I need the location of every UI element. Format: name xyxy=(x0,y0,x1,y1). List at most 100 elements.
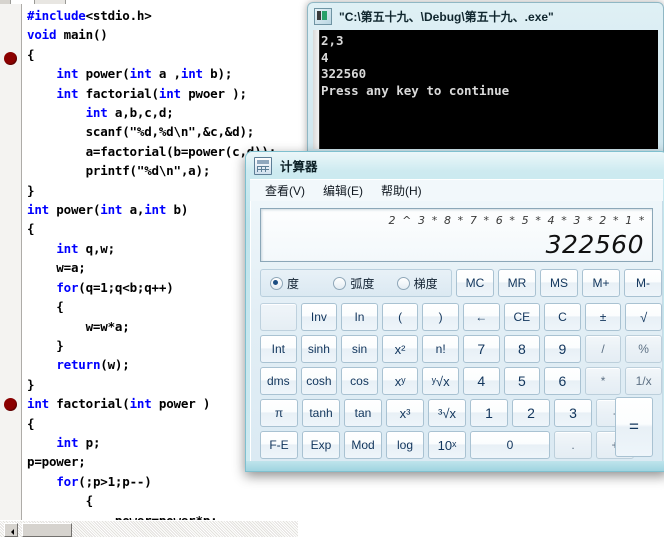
calculator-result-value: 322560 xyxy=(545,230,644,259)
calc-button-paren-close[interactable]: ) xyxy=(422,303,459,331)
calc-button-cos[interactable]: cos xyxy=(341,367,378,395)
angle-mode-group[interactable]: 度 弧度 梯度 xyxy=(260,269,452,297)
editor-gutter[interactable] xyxy=(0,4,22,520)
calc-button-sin[interactable]: sin xyxy=(341,335,378,363)
calc-button-backspace[interactable]: ← xyxy=(462,303,500,331)
calc-button-pi[interactable]: π xyxy=(260,399,298,427)
memory-button-mr[interactable]: MR xyxy=(498,269,536,297)
calculator-mode-row: 度 弧度 梯度 MC MR MS M+ M- xyxy=(260,269,662,297)
keypad-row: dms cosh cos xʸ ʸ√x 4 5 6 * 1/x xyxy=(260,367,662,395)
keypad-row: F-EExpModlog10ˣ0.+ xyxy=(260,431,662,459)
menu-help[interactable]: 帮助(H) xyxy=(372,180,431,201)
keypad-row: Int sinh sin x² n! 7 8 9/% xyxy=(260,335,662,363)
calc-button-tanh[interactable]: tanh xyxy=(302,399,340,427)
calc-button-9[interactable]: 9 xyxy=(544,335,581,363)
radio-radians-label: 弧度 xyxy=(350,276,375,291)
breakpoint-marker[interactable] xyxy=(4,52,17,65)
menu-view[interactable]: 查看(V) xyxy=(256,180,314,201)
console-window-icon xyxy=(314,8,332,25)
calc-button-5[interactable]: 5 xyxy=(503,367,541,395)
calc-button-nfactorial[interactable]: n! xyxy=(422,335,459,363)
calc-button-divide[interactable]: / xyxy=(584,335,622,363)
radio-radians[interactable]: 弧度 xyxy=(324,275,387,292)
calc-button-plusminus[interactable]: ± xyxy=(584,303,622,331)
calc-button-7[interactable]: 7 xyxy=(462,335,500,363)
calculator-icon-screen xyxy=(257,159,269,164)
calculator-window-bottom-edge xyxy=(246,461,664,471)
calculator-icon xyxy=(254,156,272,175)
calc-button-int[interactable]: Int xyxy=(260,335,297,363)
calc-button-2[interactable]: 2 xyxy=(512,399,550,427)
radio-degrees-label: 度 xyxy=(287,276,300,291)
calculator-expression: 2 ^ 3 * 8 * 7 * 6 * 5 * 4 * 3 * 2 * 1 * xyxy=(388,214,646,227)
calc-button-multiply[interactable]: * xyxy=(584,367,622,395)
calc-button-paren-open[interactable]: ( xyxy=(381,303,419,331)
calc-button-cosh[interactable]: cosh xyxy=(300,367,338,395)
memory-button-row: MC MR MS M+ M- xyxy=(456,269,662,297)
calculator-menubar[interactable]: 查看(V) 编辑(E) 帮助(H) xyxy=(250,179,663,201)
calc-button-8[interactable]: 8 xyxy=(503,335,541,363)
memory-button-ms[interactable]: MS xyxy=(540,269,578,297)
calculator-display: 2 ^ 3 * 8 * 7 * 6 * 5 * 4 * 3 * 2 * 1 * … xyxy=(260,208,653,262)
calc-button-tan[interactable]: tan xyxy=(344,399,382,427)
calc-button-x[interactable]: xʸ xyxy=(381,367,419,395)
calc-button-blank xyxy=(260,303,297,331)
radio-gradians[interactable]: 梯度 xyxy=(388,275,451,292)
console-output-area[interactable]: 2,3 4 322560 Press any key to continue xyxy=(313,30,658,149)
calculator-keypad: Inv In() ← CE C ± √ Int sinh sin x² n! 7 8 9/% dms cosh c… xyxy=(260,303,662,459)
calc-button-equals[interactable]: = xyxy=(615,397,653,457)
calc-button-sinh[interactable]: sinh xyxy=(300,335,338,363)
memory-button-mc[interactable]: MC xyxy=(456,269,494,297)
calc-button-mod[interactable]: Mod xyxy=(344,431,382,459)
console-vertical-scrollbar[interactable] xyxy=(313,30,320,149)
console-title: "C:\第五十九、\Debug\第五十九、.exe" xyxy=(339,10,554,24)
calculator-body: 2 ^ 3 * 8 * 7 * 6 * 5 * 4 * 3 * 2 * 1 * … xyxy=(250,201,663,461)
console-titlebar[interactable]: "C:\第五十九、\Debug\第五十九、.exe" xyxy=(308,3,663,30)
calc-button-1dividex[interactable]: 1/x xyxy=(625,367,662,395)
calculator-title: 计算器 xyxy=(280,160,318,174)
calculator-icon-keys xyxy=(257,165,269,172)
calculator-titlebar[interactable]: 计算器 xyxy=(246,152,664,179)
calc-button-x[interactable]: x² xyxy=(381,335,419,363)
calc-button-sqrtx[interactable]: ³√x xyxy=(428,399,466,427)
calc-button-log[interactable]: log xyxy=(386,431,424,459)
scrollbar-thumb[interactable] xyxy=(22,523,72,537)
calc-button-4[interactable]: 4 xyxy=(462,367,500,395)
calc-button-ce[interactable]: CE xyxy=(503,303,541,331)
calc-button-percent[interactable]: % xyxy=(625,335,662,363)
calc-button-6[interactable]: 6 xyxy=(544,367,581,395)
calc-button-exp[interactable]: Exp xyxy=(302,431,340,459)
radio-degrees[interactable]: 度 xyxy=(261,275,324,292)
console-output-text: 2,3 4 322560 Press any key to continue xyxy=(321,33,510,98)
calc-button-sqrt[interactable]: √ xyxy=(625,303,662,331)
breakpoint-marker[interactable] xyxy=(4,398,17,411)
menu-edit[interactable]: 编辑(E) xyxy=(314,180,372,201)
radio-gradians-label: 梯度 xyxy=(413,276,438,291)
radio-dot-icon xyxy=(333,276,347,290)
calc-button-10[interactable]: 10ˣ xyxy=(428,431,466,459)
calc-button-in[interactable]: In xyxy=(341,303,378,331)
memory-button-mplus[interactable]: M+ xyxy=(582,269,620,297)
scroll-left-arrow-icon[interactable] xyxy=(4,523,18,537)
calc-button-dms[interactable]: dms xyxy=(260,367,297,395)
calc-button-inv[interactable]: Inv xyxy=(300,303,338,331)
radio-dot-icon xyxy=(396,276,410,290)
desktop-root: #include<stdio.h> void main() { int powe… xyxy=(0,0,664,537)
calc-button-0[interactable]: 0 xyxy=(470,431,550,459)
calc-button-c[interactable]: C xyxy=(544,303,581,331)
console-icon-left-block xyxy=(317,11,321,20)
editor-horizontal-scrollbar[interactable] xyxy=(0,520,298,537)
memory-button-mminus[interactable]: M- xyxy=(624,269,662,297)
keypad-row: πtanhtanx³³√x123- xyxy=(260,399,662,427)
calculator-window[interactable]: 计算器 查看(V) 编辑(E) 帮助(H) 2 ^ 3 * 8 * 7 * 6 … xyxy=(245,151,664,472)
console-window[interactable]: "C:\第五十九、\Debug\第五十九、.exe" 2,3 4 322560 … xyxy=(307,2,664,154)
calc-button-1[interactable]: 1 xyxy=(470,399,508,427)
calc-button-fminuse[interactable]: F-E xyxy=(260,431,298,459)
calc-button-sqrtx[interactable]: ʸ√x xyxy=(422,367,459,395)
calc-button-3[interactable]: 3 xyxy=(554,399,592,427)
calc-button-decimal[interactable]: . xyxy=(554,431,592,459)
calc-button-x[interactable]: x³ xyxy=(386,399,424,427)
keypad-row: Inv In() ← CE C ± √ xyxy=(260,303,662,331)
console-icon-right-block xyxy=(322,11,327,20)
radio-dot-icon xyxy=(270,276,283,290)
